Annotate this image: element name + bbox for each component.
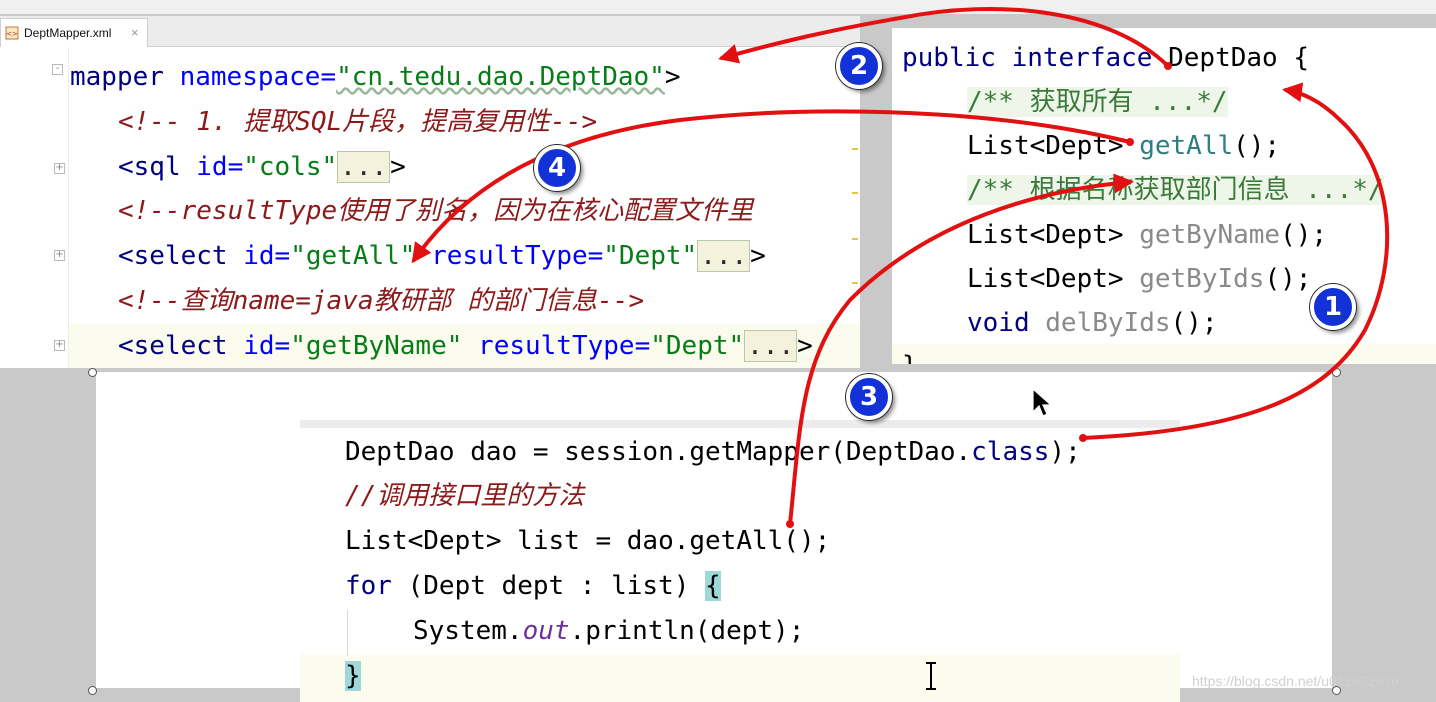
fold-toggle-icon[interactable]: + (54, 163, 65, 174)
change-marker (852, 238, 858, 240)
method-getbyids: List<Dept> getByIds(); (967, 264, 1312, 294)
code-line-for: for (Dept dept : list) { (345, 571, 721, 601)
folded-region[interactable]: ... (337, 151, 391, 183)
code-line-getall: List<Dept> list = dao.getAll(); (345, 526, 831, 556)
xml-comment: <!-- 1. 提取SQL片段，提高复用性--> (118, 107, 598, 137)
javadoc-comment: /** 根据名称获取部门信息 ...*/ (967, 175, 1384, 205)
code-comment: //调用接口里的方法 (345, 481, 585, 511)
interface-closing-brace: } (902, 344, 918, 364)
resize-handle[interactable] (1332, 368, 1341, 377)
xml-comment: <!--查询name=java教研部 的部门信息--> (118, 286, 645, 316)
method-getbyname: List<Dept> getByName(); (967, 220, 1328, 250)
change-marker (852, 282, 858, 284)
tab-label: DeptMapper.xml (24, 26, 112, 40)
folded-region[interactable]: ... (697, 240, 751, 272)
watermark: https://blog.csdn.net/u012932876 (1192, 673, 1400, 689)
xml-file-icon: <> (5, 26, 19, 40)
svg-text:<>: <> (6, 30, 18, 38)
folded-region[interactable]: ... (744, 330, 798, 362)
code-line-println: System.out.println(dept); (413, 616, 805, 646)
indent-guide (347, 610, 348, 656)
current-line-highlight (300, 654, 1180, 702)
fold-toggle-icon[interactable]: + (54, 340, 65, 351)
editor-tab-bar: <> DeptMapper.xml × (0, 16, 860, 47)
method-delbyids: void delByIds(); (967, 308, 1218, 338)
code-line-close-brace: } (345, 661, 361, 691)
step-badge-4: 4 (534, 145, 580, 191)
change-marker (852, 148, 858, 150)
code-divider (300, 420, 1180, 428)
javadoc-comment: /** 获取所有 ...*/ (967, 87, 1228, 117)
resize-handle[interactable] (88, 686, 97, 695)
code-line-getmapper: DeptDao dao = session.getMapper(DeptDao.… (345, 437, 1081, 467)
xml-line-select-getall: <select id="getAll" resultType="Dept"...… (118, 240, 766, 272)
xml-editor-panel: <> DeptMapper.xml × - + + + mapper names… (0, 16, 860, 368)
step-badge-3: 3 (846, 374, 892, 420)
close-tab-icon[interactable]: × (131, 25, 139, 40)
step-badge-1: 1 (1310, 284, 1356, 330)
text-cursor-icon (926, 662, 936, 690)
interface-declaration: public interface DeptDao { (902, 43, 1309, 73)
xml-line-select-getbyname: <select id="getByName" resultType="Dept"… (118, 330, 813, 362)
fold-toggle-icon[interactable]: + (54, 250, 65, 261)
resize-handle[interactable] (88, 368, 97, 377)
xml-line-sql: <sql id="cols"... > (118, 151, 406, 183)
tab-deptmapper-xml[interactable]: <> DeptMapper.xml × (0, 18, 148, 47)
window-top-strip (0, 0, 1436, 15)
method-getall: List<Dept> getAll(); (967, 131, 1281, 161)
editor-gutter (0, 47, 69, 368)
change-marker (852, 192, 858, 194)
step-badge-2: 2 (836, 43, 882, 89)
xml-line-mapper: mapper namespace="cn.tedu.dao.DeptDao"> (70, 62, 681, 92)
fold-toggle-icon[interactable]: - (52, 64, 63, 75)
current-line-highlight (892, 344, 1436, 364)
xml-comment: <!--resultType使用了别名，因为在核心配置文件里 (118, 196, 754, 226)
mouse-pointer-icon (1032, 388, 1052, 417)
